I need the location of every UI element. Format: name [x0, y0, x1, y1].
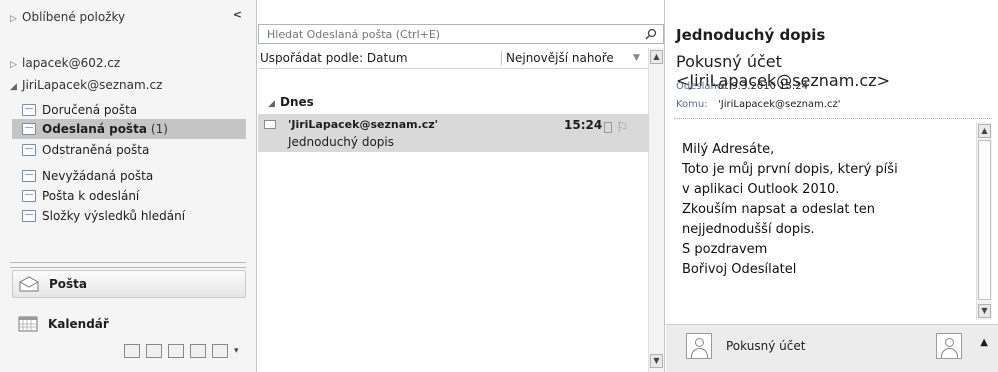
arrange-by-button[interactable]: Uspořádat podle: Datum — [258, 51, 501, 65]
folder-outbox[interactable]: Pošta k odeslání — [22, 186, 246, 206]
people-name[interactable]: Pokusný účet — [726, 339, 805, 353]
deleted-items-icon — [22, 144, 36, 156]
group-header-today[interactable]: ◢ Dnes — [268, 95, 314, 109]
folder-list-icon[interactable] — [190, 344, 206, 358]
chevron-down-icon[interactable]: ▼ — [633, 53, 649, 63]
outbox-icon — [22, 190, 36, 202]
avatar-small[interactable] — [936, 333, 962, 359]
sent-folder-icon — [22, 123, 36, 135]
message-time: 15:24 — [564, 118, 603, 132]
account-lapacek[interactable]: ▷ lapacek@602.cz — [10, 56, 120, 70]
configure-buttons-icon[interactable]: ▾ — [234, 344, 244, 358]
tasks-icon[interactable] — [146, 344, 162, 358]
reading-pane: Jednoduchý dopis Pokusný účet <JiriLapac… — [666, 0, 998, 372]
collapse-arrow-icon: ◢ — [10, 82, 17, 92]
avatar[interactable] — [686, 333, 712, 359]
message-title: Jednoduchý dopis — [676, 26, 826, 44]
expand-people-pane-icon[interactable]: ▲ — [980, 337, 988, 348]
sort-order-button[interactable]: Nejnovější nahoře — [501, 51, 633, 65]
search-input[interactable] — [265, 26, 645, 42]
folder-inbox[interactable]: Doručená pošta — [22, 100, 246, 120]
list-item[interactable]: 'JiriLapacek@seznam.cz' 15:24 Jednoduchý… — [258, 114, 649, 152]
message-subject: Jednoduchý dopis — [288, 135, 394, 149]
module-shortcuts: ▾ — [124, 344, 244, 358]
sent-row: Odesláno:út 9.3.2010 15:24 — [676, 81, 808, 92]
scroll-thumb[interactable] — [978, 140, 991, 300]
calendar-icon — [18, 316, 38, 332]
pane-splitter[interactable] — [10, 262, 246, 268]
calendar-module-button[interactable]: Kalendář — [12, 310, 246, 338]
junk-mail-icon — [22, 170, 36, 182]
scroll-up-arrow-icon[interactable]: ▲ — [650, 50, 663, 64]
message-sender: 'JiriLapacek@seznam.cz' — [288, 118, 439, 131]
to-row: Komu: 'JiriLapacek@seznam.cz' — [676, 99, 841, 110]
navigation-pane: ▷ Oblíbené položky < ▷ lapacek@602.cz ◢ Jir… — [0, 0, 257, 372]
scroll-down-arrow-icon[interactable]: ▼ — [650, 354, 663, 368]
header-divider — [674, 118, 992, 119]
inbox-icon — [22, 104, 36, 116]
search-folder-icon — [22, 210, 36, 222]
scroll-up-arrow-icon[interactable]: ▲ — [978, 124, 991, 138]
expand-arrow-icon: ▷ — [10, 14, 17, 24]
people-pane: Pokusný účet ▲ — [666, 324, 998, 372]
arrange-bar: Uspořádat podle: Datum Nejnovější nahoře… — [258, 48, 649, 69]
flag-icon[interactable]: ⚐ — [616, 120, 629, 136]
collapse-pane-button[interactable]: < — [233, 8, 242, 21]
search-box[interactable] — [258, 24, 664, 44]
folder-deleted[interactable]: Odstraněná pošta — [22, 140, 246, 160]
search-icon[interactable] — [645, 28, 657, 40]
account-seznam[interactable]: ◢ JiriLapacek@seznam.cz — [10, 78, 162, 92]
mail-module-button[interactable]: Pošta — [12, 270, 246, 298]
folder-search-results[interactable]: Složky výsledků hledání — [22, 206, 246, 226]
envelope-icon — [264, 120, 276, 129]
folder-sent[interactable]: Odeslaná pošta (1) — [12, 119, 246, 139]
contacts-icon[interactable] — [124, 344, 140, 358]
shortcuts-icon[interactable] — [212, 344, 228, 358]
scroll-down-arrow-icon[interactable]: ▼ — [978, 304, 991, 318]
mail-icon — [19, 276, 39, 292]
message-body: Milý Adresáte, Toto je můj první dopis, … — [682, 142, 898, 277]
category-icon[interactable] — [604, 122, 612, 133]
list-scrollbar[interactable]: ▲ ▼ — [648, 48, 664, 372]
folder-junk[interactable]: Nevyžádaná pošta — [22, 166, 246, 186]
favorites-header[interactable]: ▷ Oblíbené položky — [10, 10, 125, 24]
body-scrollbar[interactable]: ▲ ▼ — [976, 122, 992, 320]
message-list-pane: Uspořádat podle: Datum Nejnovější nahoře… — [258, 0, 665, 372]
notes-icon[interactable] — [168, 344, 184, 358]
expand-arrow-icon: ▷ — [10, 60, 17, 70]
collapse-arrow-icon: ◢ — [268, 99, 275, 109]
